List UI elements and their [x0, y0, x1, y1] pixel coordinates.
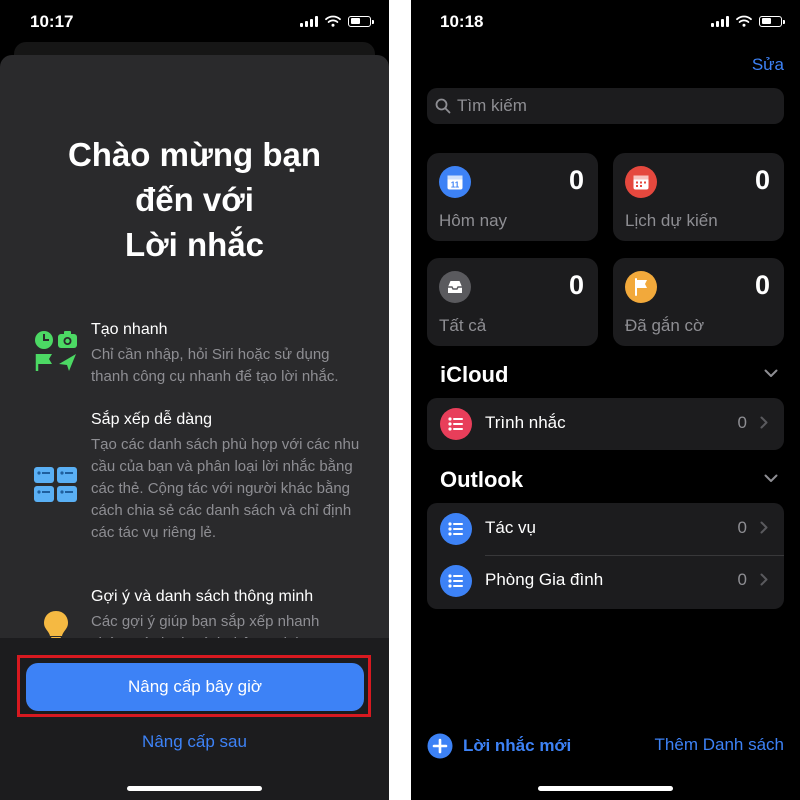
status-time: 10:17 — [30, 12, 74, 31]
flag-icon — [625, 271, 657, 303]
smart-list-count: 0 — [754, 165, 770, 195]
list-count: 0 — [737, 413, 747, 432]
group-title-icloud[interactable]: iCloud — [440, 362, 508, 388]
feature-description: Tạo các danh sách phù hợp với các nhu cầ… — [91, 436, 360, 541]
chevron-down-icon[interactable] — [764, 474, 778, 483]
feature-title: Gợi ý và danh sách thông minh — [91, 588, 314, 605]
wifi-icon — [325, 15, 341, 27]
left-phone-screen: 10:17 Chào mừng bạn đến với Lời nhắc Tạo… — [0, 0, 389, 800]
wifi-icon — [736, 15, 752, 27]
list-name: Phòng Gia đình — [485, 570, 604, 589]
cellular-signal-icon — [711, 15, 729, 27]
list-name: Tác vụ — [485, 518, 537, 537]
list-bullet-icon — [440, 513, 472, 545]
plus-circle-icon — [427, 733, 453, 759]
smart-list-label: Hôm nay — [439, 211, 508, 230]
search-placeholder: Tìm kiếm — [457, 96, 527, 115]
list-row-trinh-nhac[interactable]: Trình nhắc 0 — [427, 398, 784, 450]
home-indicator[interactable] — [127, 786, 262, 791]
calendar-scheduled-icon — [625, 166, 657, 198]
smart-list-flagged[interactable]: 0 Đã gắn cờ — [613, 258, 784, 346]
chevron-right-icon — [760, 416, 768, 429]
welcome-title-line-1: Chào mừng bạn — [67, 136, 322, 173]
home-indicator[interactable] — [538, 786, 673, 791]
quick-create-icon — [35, 331, 77, 371]
group-title-outlook[interactable]: Outlook — [440, 467, 523, 493]
search-field[interactable]: Tìm kiếm — [427, 88, 784, 124]
svg-text:11: 11 — [451, 181, 460, 190]
search-icon — [435, 98, 451, 114]
chevron-right-icon — [760, 521, 768, 534]
smart-list-today[interactable]: 11 0 Hôm nay — [427, 153, 598, 241]
outlook-lists: Tác vụ 0 Phòng Gia đình 0 — [427, 503, 784, 609]
list-name: Trình nhắc — [485, 413, 566, 432]
chevron-down-icon[interactable] — [764, 369, 778, 378]
upgrade-later-button[interactable]: Nâng cấp sau — [0, 732, 389, 752]
smart-list-scheduled[interactable]: 0 Lịch dự kiến — [613, 153, 784, 241]
cellular-signal-icon — [300, 15, 318, 27]
welcome-title: Chào mừng bạn đến với Lời nhắc — [0, 132, 389, 267]
list-count: 0 — [737, 518, 747, 537]
chevron-right-icon — [760, 573, 768, 586]
smart-list-count: 0 — [754, 270, 770, 300]
feature-title: Tạo nhanh — [91, 321, 168, 338]
smart-list-label: Tất cả — [439, 316, 487, 335]
list-bullet-icon — [440, 565, 472, 597]
organize-lists-icon — [34, 467, 77, 502]
smart-list-label: Đã gắn cờ — [625, 316, 705, 335]
calendar-today-icon: 11 — [439, 166, 471, 198]
status-bar: 10:17 — [0, 0, 389, 44]
welcome-title-line-3: Lời nhắc — [125, 226, 264, 263]
right-phone-screen: 10:18 Sửa Tìm kiếm 11 0 Hôm nay 0 Lịch d… — [411, 0, 800, 800]
tray-icon — [439, 271, 471, 303]
feature-description: Chỉ cần nhập, hỏi Siri hoặc sử dụng than… — [91, 346, 339, 385]
status-bar: 10:18 — [411, 0, 800, 44]
list-bullet-icon — [440, 408, 472, 440]
add-list-button[interactable]: Thêm Danh sách — [655, 735, 784, 755]
welcome-title-line-2: đến với — [135, 181, 254, 218]
list-row-tac-vu[interactable]: Tác vụ 0 — [427, 503, 784, 555]
feature-title: Sắp xếp dễ dàng — [91, 411, 212, 428]
new-reminder-button[interactable]: Lời nhắc mới — [427, 733, 571, 759]
feature-quick-create: Tạo nhanh Chỉ cần nhập, hỏi Siri hoặc sử… — [91, 320, 361, 388]
smart-list-all[interactable]: 0 Tất cả — [427, 258, 598, 346]
smart-list-label: Lịch dự kiến — [625, 211, 718, 230]
list-count: 0 — [737, 570, 747, 589]
highlight-annotation-box — [17, 655, 371, 717]
smart-list-count: 0 — [568, 270, 584, 300]
battery-icon — [348, 15, 374, 27]
list-row-phong-gia-dinh[interactable]: Phòng Gia đình 0 — [427, 555, 784, 607]
icloud-lists: Trình nhắc 0 — [427, 398, 784, 450]
battery-icon — [759, 15, 785, 27]
edit-button[interactable]: Sửa — [752, 55, 784, 75]
smart-list-count: 0 — [568, 165, 584, 195]
new-reminder-label: Lời nhắc mới — [463, 736, 572, 755]
feature-easy-organize: Sắp xếp dễ dàng Tạo các danh sách phù hợ… — [91, 410, 361, 544]
status-time: 10:18 — [440, 12, 484, 31]
